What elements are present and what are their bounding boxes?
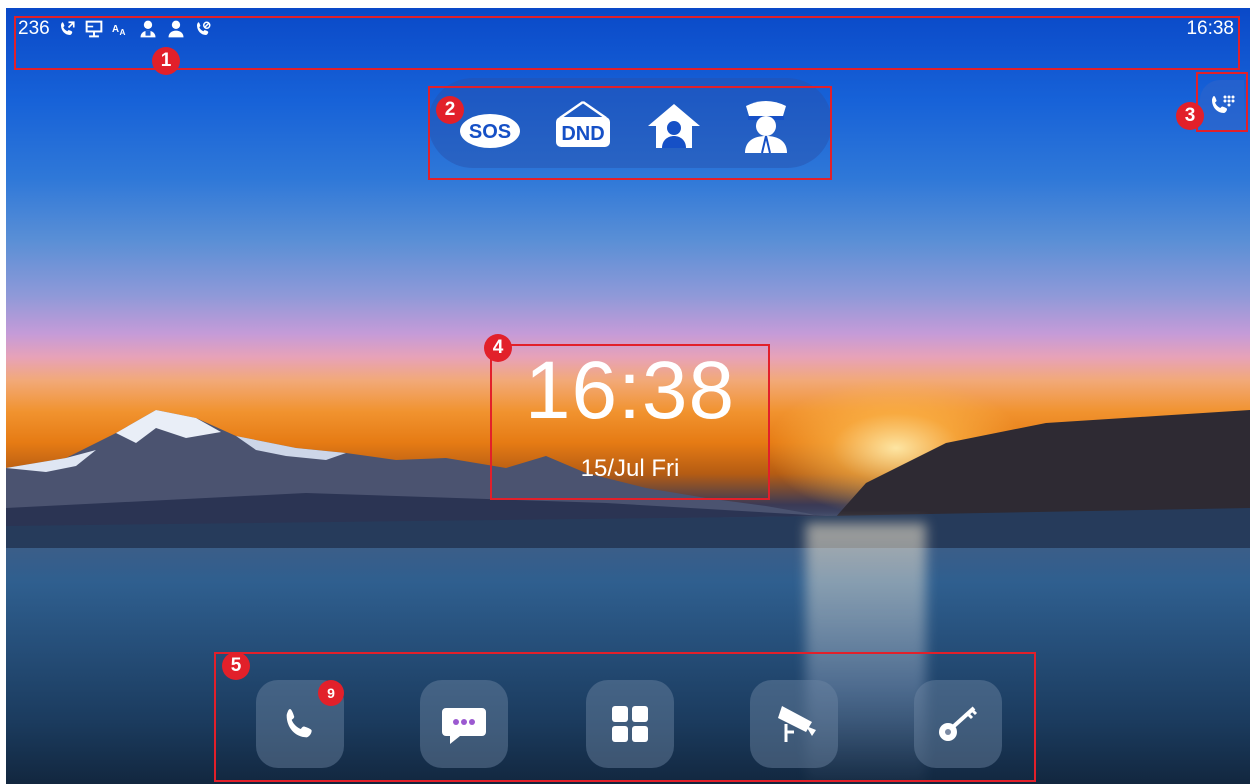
missed-call-badge: 9 (318, 680, 344, 706)
monitor-button[interactable] (750, 680, 838, 768)
sos-button[interactable]: SOS (458, 112, 522, 150)
language-icon: AA (112, 21, 130, 37)
status-bar: 236 AA (18, 18, 212, 40)
call-blocked-icon (194, 20, 212, 38)
phone-icon (286, 709, 312, 738)
annotation-3: 3 (1176, 102, 1204, 130)
dialpad-highlight (1196, 72, 1248, 132)
dnd-icon: DND (556, 100, 610, 147)
svg-text:A: A (119, 28, 125, 37)
network-icon (84, 20, 104, 38)
svg-text:DND: DND (561, 123, 604, 145)
clock-time: 16:38 (524, 345, 736, 436)
guard-icon (745, 101, 787, 154)
svg-text:A: A (112, 24, 119, 35)
home-person-icon (648, 104, 700, 148)
extension-number: 236 (18, 18, 50, 39)
apps-button[interactable] (586, 680, 674, 768)
svg-text:SOS: SOS (469, 121, 511, 143)
status-time: 16:38 (1186, 18, 1234, 39)
annotation-1: 1 (152, 47, 180, 75)
unlock-button[interactable] (914, 680, 1002, 768)
user-icon (166, 19, 186, 39)
camera-icon (778, 706, 816, 742)
call-forward-icon (58, 20, 76, 38)
guard-button[interactable] (738, 96, 794, 154)
annotation-5: 5 (222, 652, 250, 680)
apps-grid-icon (612, 706, 648, 742)
home-button[interactable] (643, 100, 705, 150)
message-icon (442, 708, 486, 744)
user-locked-icon (138, 19, 158, 39)
messages-button[interactable] (420, 680, 508, 768)
clock-date: 15/Jul Fri (580, 455, 680, 482)
key-icon (939, 706, 978, 741)
dnd-button[interactable]: DND (552, 100, 614, 150)
sos-icon: SOS (460, 114, 520, 148)
